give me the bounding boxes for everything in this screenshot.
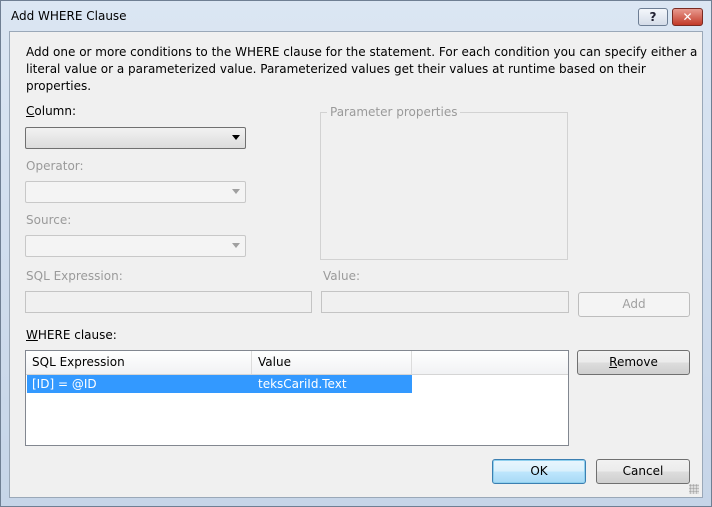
operator-label: Operator: (26, 159, 84, 173)
resize-grip-icon[interactable] (689, 484, 699, 494)
chevron-down-icon (232, 189, 240, 194)
sql-expression-input[interactable] (25, 291, 312, 313)
table-row[interactable]: [ID] = @ID teksCariId.Text (27, 375, 412, 393)
source-label: Source: (26, 213, 72, 227)
close-button[interactable]: ✕ (672, 8, 703, 26)
value-label: Value: (323, 269, 360, 283)
add-button[interactable]: Add (578, 292, 690, 317)
dialog-title: Add WHERE Clause (11, 9, 127, 23)
where-clause-label: WHERE clause: (26, 328, 117, 342)
remove-button[interactable]: Remove (577, 350, 690, 375)
column-dropdown[interactable] (25, 127, 246, 149)
column-header-sql-expression[interactable]: SQL Expression (26, 351, 252, 374)
source-dropdown[interactable] (25, 235, 246, 257)
column-header-value[interactable]: Value (252, 351, 412, 374)
row-sql-expression: [ID] = @ID (32, 377, 97, 391)
chevron-down-icon (232, 243, 240, 248)
ok-button[interactable]: OK (492, 459, 586, 484)
parameter-properties-group: Parameter properties (320, 105, 568, 260)
description-text: Add one or more conditions to the WHERE … (26, 45, 698, 93)
chevron-down-icon (232, 135, 240, 140)
where-clause-list[interactable]: SQL Expression Value [ID] = @ID teksCari… (25, 350, 569, 446)
list-header: SQL Expression Value (26, 351, 568, 375)
sql-expression-label: SQL Expression: (26, 269, 123, 283)
dialog-content: Add one or more conditions to the WHERE … (9, 31, 703, 498)
cancel-button[interactable]: Cancel (596, 459, 690, 484)
dialog-window: Add WHERE Clause ? ✕ Add one or more con… (0, 0, 712, 507)
row-value: teksCariId.Text (258, 377, 347, 391)
value-input[interactable] (321, 291, 569, 313)
operator-dropdown[interactable] (25, 181, 246, 203)
title-bar[interactable]: Add WHERE Clause ? ✕ (1, 1, 711, 31)
column-label: Column: (26, 104, 77, 118)
parameter-properties-label: Parameter properties (327, 105, 461, 119)
help-button[interactable]: ? (638, 8, 668, 26)
